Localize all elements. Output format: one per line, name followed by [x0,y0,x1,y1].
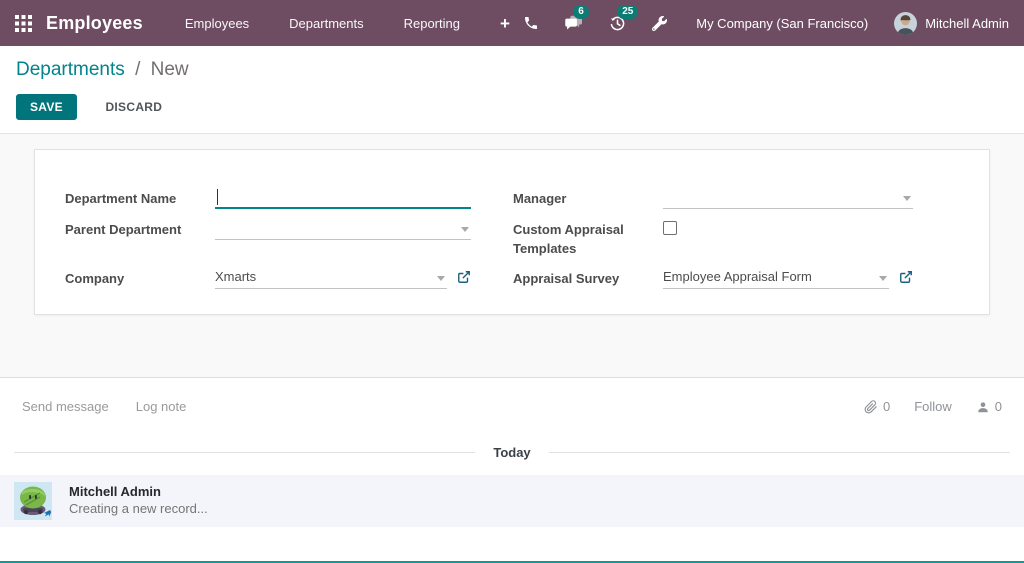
breadcrumb-current: New [150,59,189,80]
attachments-count: 0 [882,399,891,414]
user-avatar[interactable] [894,11,918,35]
follow-button[interactable]: Follow [914,399,952,414]
breadcrumb: Departments / New [16,59,1008,81]
department-name-input[interactable] [215,187,471,209]
log-note-button[interactable]: Log note [136,399,187,414]
plus-icon[interactable]: + [500,15,510,32]
chatter-message: Mitchell Admin Creating a new record... [0,475,1024,527]
caret-down-icon [903,196,911,201]
appraisal-survey-input[interactable]: Employee Appraisal Form [663,267,889,289]
appraisal-survey-external-link-icon[interactable] [899,270,913,284]
paperclip-icon [864,399,877,413]
main-menu: Employees Departments Reporting [185,16,460,31]
parent-department-label: Parent Department [65,222,182,237]
caret-down-icon [461,227,469,232]
save-button[interactable]: SAVE [16,94,77,120]
attachments-button[interactable]: 0 [864,399,890,414]
control-panel: Departments / New SAVE DISCARD [0,46,1024,134]
form-sheet: Department Name Manager Parent Departmen… [34,149,990,315]
date-divider: Today [14,445,1011,460]
caret-down-icon [879,276,887,281]
menu-employees[interactable]: Employees [185,16,249,31]
send-message-button[interactable]: Send message [22,399,109,414]
activities-clock-icon[interactable]: 25 [596,4,639,32]
date-divider-label: Today [493,445,531,460]
followers-count: 0 [994,399,1002,414]
followers-button[interactable]: 0 [976,399,1002,414]
chatter-toolbar: Send message Log note 0 Follow 0 [0,378,1024,414]
form-view-background: Department Name Manager Parent Departmen… [0,134,1024,377]
person-icon [978,401,988,412]
messages-icon[interactable]: 6 [552,5,596,31]
phone-icon[interactable] [510,15,552,31]
top-navbar: Employees Employees Departments Reportin… [0,0,1024,46]
messages-badge: 6 [573,5,589,19]
company-input[interactable]: Xmarts [215,267,447,289]
manager-label: Manager [513,191,567,206]
parent-department-input[interactable] [215,218,471,240]
breadcrumb-separator: / [135,59,141,80]
manager-input[interactable] [663,187,913,209]
message-author[interactable]: Mitchell Admin [69,483,208,500]
action-buttons: SAVE DISCARD [16,94,1008,120]
app-title[interactable]: Employees [46,13,143,34]
custom-appraisal-templates-label: Custom Appraisal Templates [513,222,624,256]
text-cursor [217,189,218,205]
appraisal-survey-label: Appraisal Survey [513,271,620,286]
message-author-avatar[interactable] [14,482,52,520]
menu-departments[interactable]: Departments [289,16,363,31]
company-label: Company [65,271,125,286]
department-name-label: Department Name [65,191,177,206]
chatter: Send message Log note 0 Follow 0 Today M… [0,377,1024,527]
activities-badge: 25 [617,4,639,19]
user-menu[interactable]: Mitchell Admin [925,16,1009,31]
apps-grid-icon[interactable] [15,14,32,32]
tools-wrench-icon[interactable] [639,15,680,31]
discard-button[interactable]: DISCARD [92,95,175,119]
systray: 6 25 My Company (San Francisco) Mitchell… [510,4,1009,35]
message-body: Creating a new record... [69,501,208,516]
menu-reporting[interactable]: Reporting [404,16,460,31]
caret-down-icon [437,276,445,281]
company-switcher[interactable]: My Company (San Francisco) [696,16,868,31]
breadcrumb-departments-link[interactable]: Departments [16,59,125,80]
custom-appraisal-templates-checkbox[interactable] [663,221,677,235]
company-external-link-icon[interactable] [457,270,471,284]
